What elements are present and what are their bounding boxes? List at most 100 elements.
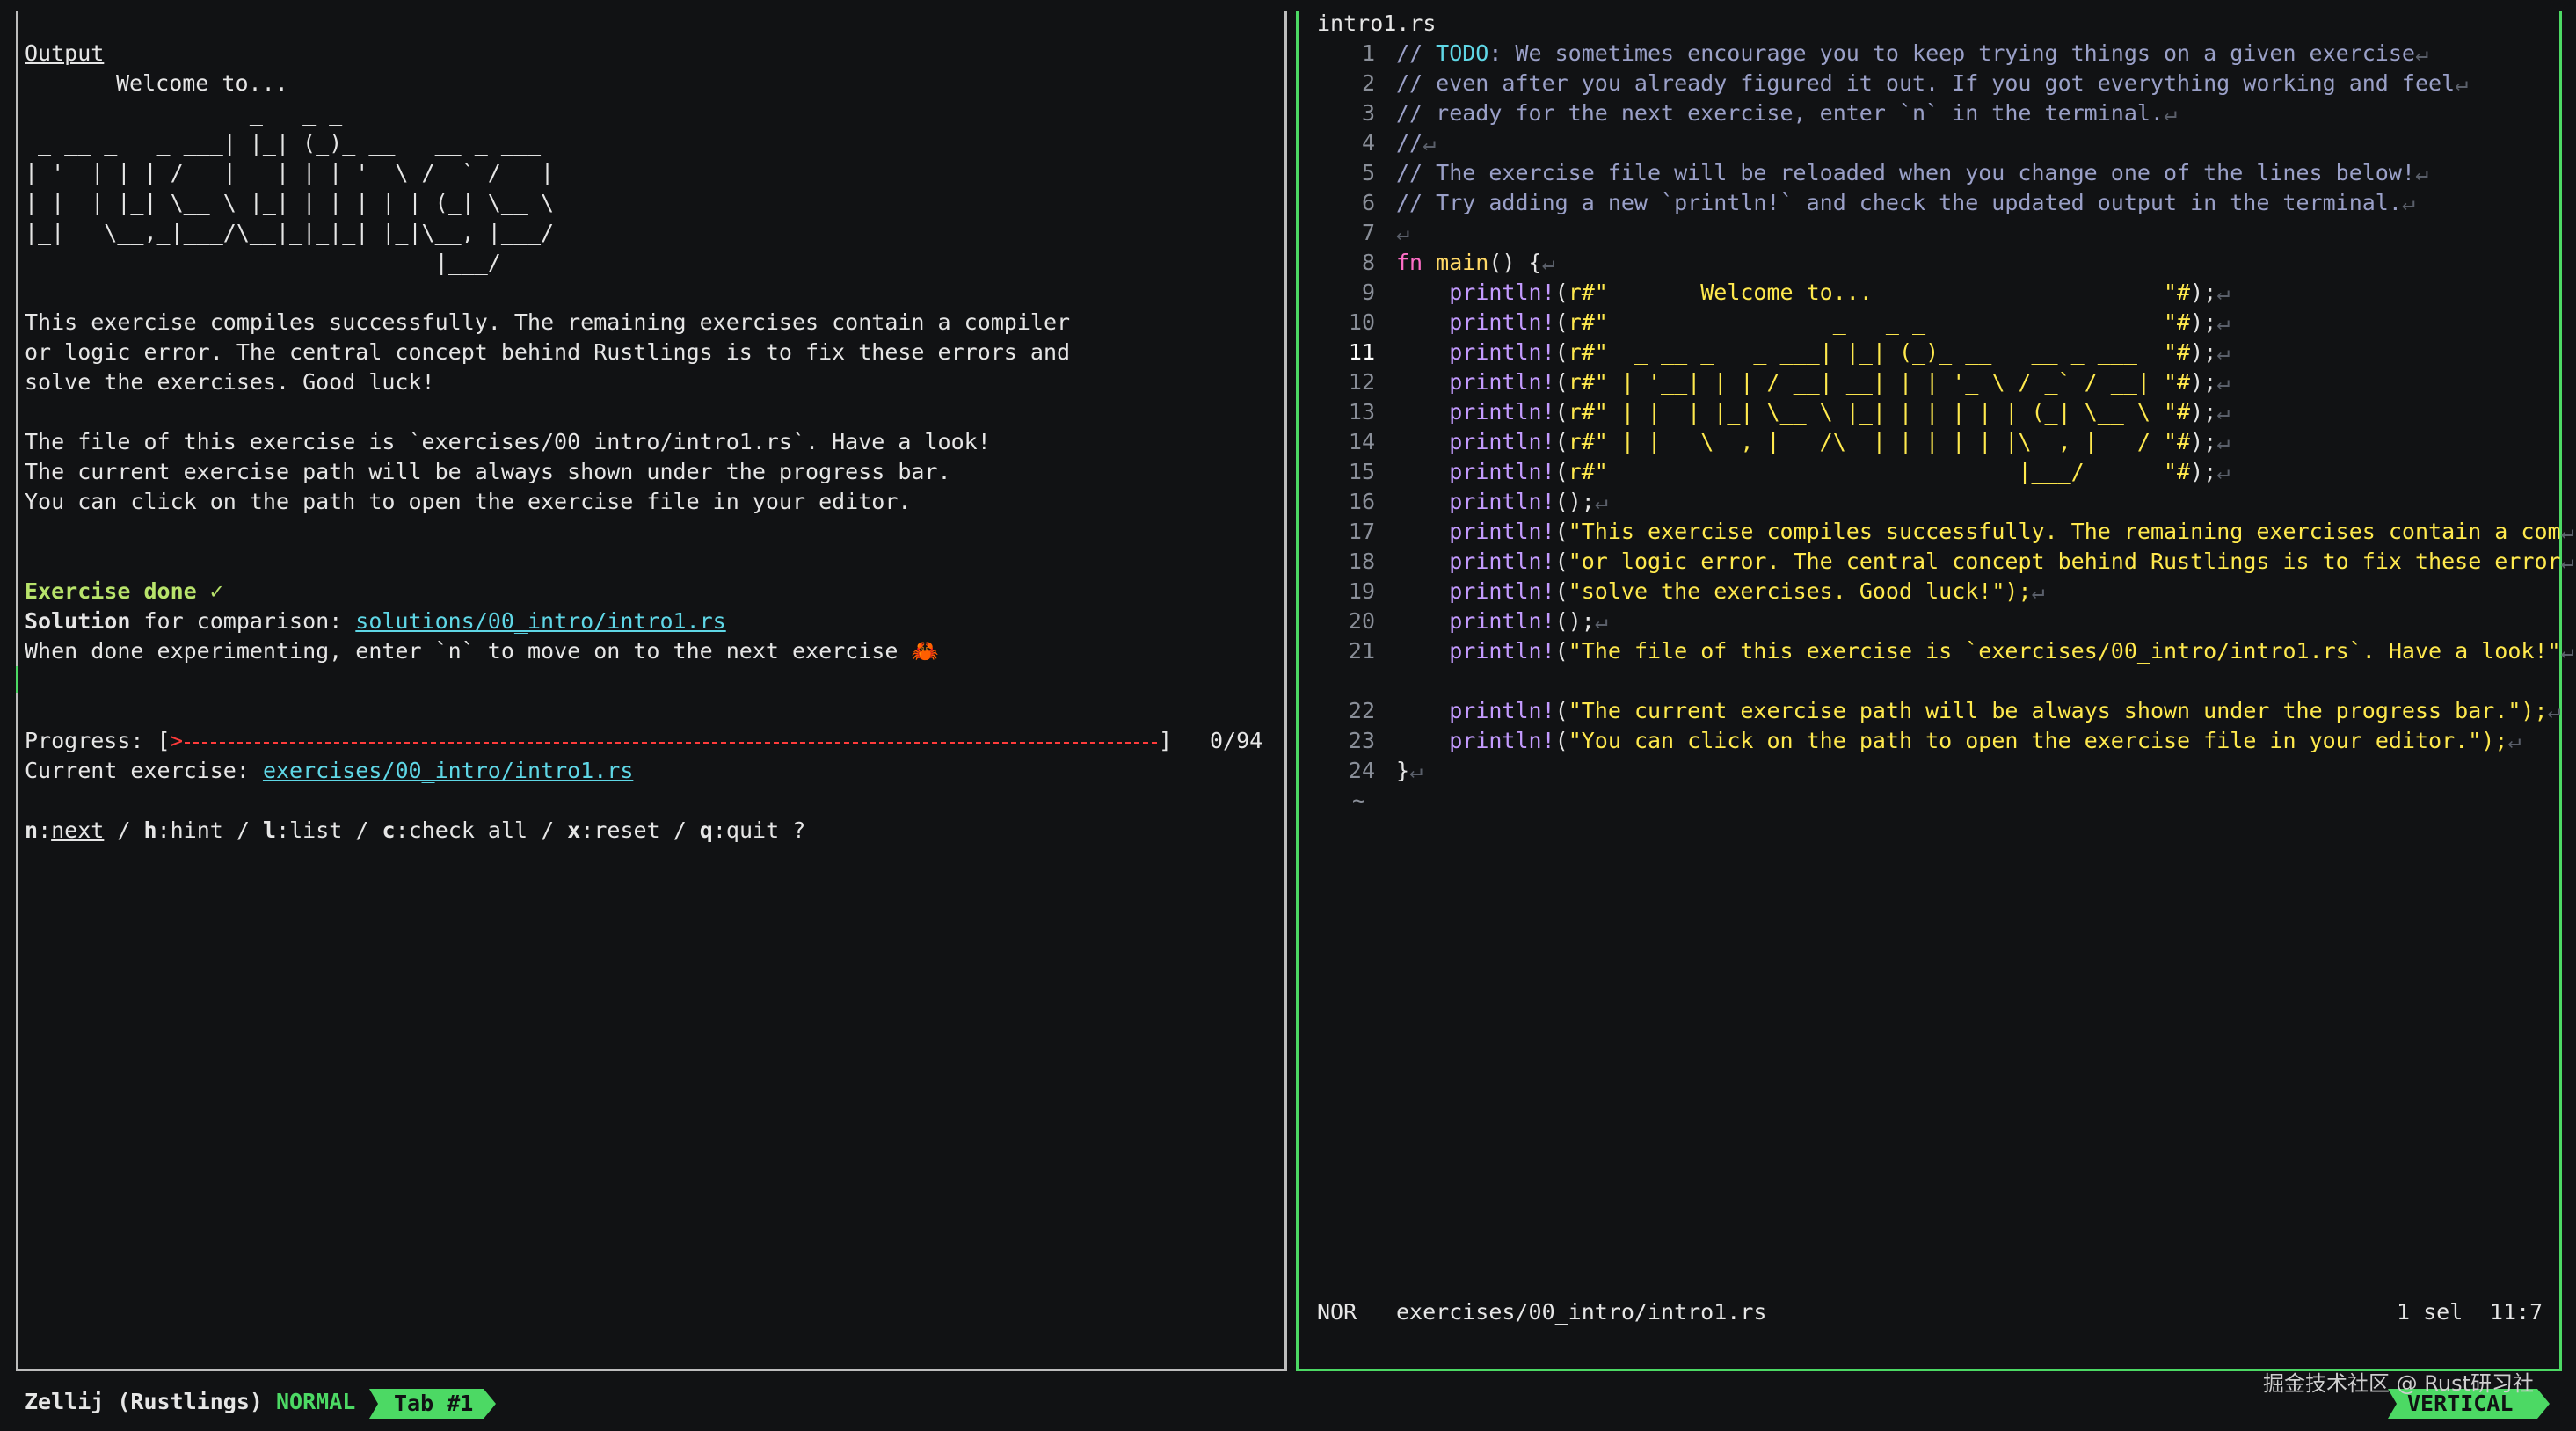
code-line[interactable]: ↵: [1396, 218, 1409, 248]
current-exercise-row: Current exercise: exercises/00_intro/int…: [25, 756, 633, 786]
code-line[interactable]: println!(r#" _ __ _ _ ___| |_| (_)_ __ _…: [1396, 338, 2230, 367]
done-instruction: When done experimenting, enter `n` to mo…: [25, 636, 939, 666]
crab-icon: 🦀: [911, 638, 939, 664]
editor-selection: 1 sel: [2397, 1299, 2463, 1325]
current-exercise-link[interactable]: exercises/00_intro/intro1.rs: [263, 758, 633, 783]
solution-label: Solution: [25, 608, 131, 634]
solution-mid-text: for comparison:: [130, 608, 356, 634]
code-line[interactable]: // Try adding a new `println!` and check…: [1396, 188, 2415, 218]
intro-paragraph-line: or logic error. The central concept behi…: [25, 339, 1071, 365]
line-number: 16: [1348, 489, 1375, 514]
line-number: 20: [1348, 608, 1375, 634]
line-number: 12: [1348, 369, 1375, 395]
menu-key-quit: q: [699, 817, 713, 843]
menu-item-quit[interactable]: quit: [726, 817, 779, 843]
line-number: 9: [1361, 280, 1375, 305]
code-line[interactable]: // TODO: We sometimes encourage you to k…: [1396, 39, 2428, 69]
line-number: 13: [1348, 399, 1375, 425]
code-line[interactable]: println!(r#" |___/ "#);↵: [1396, 457, 2230, 487]
current-exercise-label: Current exercise:: [25, 758, 263, 783]
solution-row: Solution for comparison: solutions/00_in…: [25, 607, 726, 636]
ascii-line: | | | |_| \__ \ |_| | | | | | (_| \__ \: [25, 190, 555, 215]
menu-key-check-all: c: [382, 817, 396, 843]
code-line[interactable]: println!("The current exercise path will…: [1396, 696, 2560, 726]
done-text: When done experimenting, enter `n` to mo…: [25, 638, 912, 664]
intro-paragraph-line: solve the exercises. Good luck!: [25, 369, 435, 395]
progress-end: ]: [1159, 728, 1173, 753]
session-name: Zellij (Rustlings): [25, 1389, 263, 1414]
code-line[interactable]: // The exercise file will be reloaded wh…: [1396, 158, 2428, 188]
solution-path-link[interactable]: solutions/00_intro/intro1.rs: [355, 608, 725, 634]
menu-key-hint: h: [143, 817, 157, 843]
intro-paragraph-line: This exercise compiles successfully. The…: [25, 309, 1071, 335]
menu-key-list: l: [263, 817, 277, 843]
editor-file-path: exercises/00_intro/intro1.rs: [1396, 1299, 1767, 1325]
line-number: 6: [1361, 190, 1375, 215]
code-line[interactable]: }↵: [1396, 756, 1423, 786]
mode-indicator: NORMAL: [276, 1389, 356, 1414]
ascii-line: _ _ _: [25, 100, 343, 126]
exercise-done-label: Exercise done ✓: [25, 578, 223, 604]
line-number: 21: [1348, 638, 1375, 664]
code-line[interactable]: println!(r#" Welcome to... "#);↵: [1396, 278, 2230, 308]
line-number: 24: [1348, 758, 1375, 783]
menu-item-next[interactable]: next: [51, 817, 104, 843]
line-number: 10: [1348, 309, 1375, 335]
editor-filename: intro1.rs: [1317, 11, 1437, 36]
code-line[interactable]: println!(r#" _ _ _ "#);↵: [1396, 308, 2230, 338]
line-number: 3: [1361, 100, 1375, 126]
welcome-text: Welcome to...: [116, 70, 288, 96]
progress-bar: [185, 742, 1157, 744]
cursor-marker: [16, 666, 18, 693]
output-title: Output: [25, 40, 105, 66]
progress-label: Progress: [: [25, 728, 171, 753]
ascii-line: |___/: [25, 250, 501, 275]
code-line[interactable]: println!();↵: [1396, 607, 1608, 636]
command-menu: n:next / h:hint / l:list / c:check all /…: [25, 817, 806, 843]
tab-1[interactable]: Tab #1: [369, 1389, 496, 1419]
line-number: 5: [1361, 160, 1375, 185]
code-line[interactable]: println!("or logic error. The central co…: [1396, 547, 2573, 577]
menu-item-hint[interactable]: hint: [171, 817, 223, 843]
code-line[interactable]: //↵: [1396, 128, 1436, 158]
line-number: 1: [1361, 40, 1375, 66]
ascii-line: |_| \__,_|___/\__|_|_|_| |_|\__, |___/: [25, 220, 555, 245]
line-number: 23: [1348, 728, 1375, 753]
menu-help[interactable]: ?: [779, 817, 805, 843]
line-number: 8: [1361, 250, 1375, 275]
ascii-line: _ __ _ _ ___| |_| (_)_ __ __ _ ___: [25, 130, 541, 156]
progress-head: >: [170, 728, 184, 753]
menu-item-reset[interactable]: reset: [593, 817, 659, 843]
ascii-line: | '__| | | / __| __| | | '_ \ / _` / __|: [25, 160, 555, 185]
code-line[interactable]: // ready for the next exercise, enter `n…: [1396, 98, 2177, 128]
file-paragraph-line: You can click on the path to open the ex…: [25, 489, 912, 514]
line-number: 7: [1361, 220, 1375, 245]
line-number: 2: [1361, 70, 1375, 96]
watermark: 掘金技术社区 @ Rust研习社: [2263, 1371, 2534, 1396]
line-number: 22: [1348, 698, 1375, 723]
code-line[interactable]: println!("solve the exercises. Good luck…: [1396, 577, 2044, 607]
code-line[interactable]: println!();↵: [1396, 487, 1608, 517]
menu-item-check-all[interactable]: check all: [409, 817, 528, 843]
line-number: 15: [1348, 459, 1375, 484]
code-line[interactable]: println!("You can click on the path to o…: [1396, 726, 2521, 756]
tilde-marker: ~: [1352, 788, 1366, 813]
progress-count: 0/94: [1210, 728, 1263, 753]
line-number: 14: [1348, 429, 1375, 454]
code-line[interactable]: fn main() {↵: [1396, 248, 1555, 278]
code-line[interactable]: println!(r#" | | | |_| \__ \ |_| | | | |…: [1396, 397, 2230, 427]
line-number: 19: [1348, 578, 1375, 604]
code-line[interactable]: println!("This exercise compiles success…: [1396, 517, 2573, 547]
line-number: 4: [1361, 130, 1375, 156]
line-number: 11: [1348, 339, 1375, 365]
menu-item-list[interactable]: list: [289, 817, 342, 843]
editor-mode: NOR: [1317, 1299, 1357, 1325]
code-line[interactable]: println!(r#" | '__| | | / __| __| | | '_…: [1396, 367, 2230, 397]
editor-cursor-position: 11:7: [2490, 1299, 2543, 1325]
code-line[interactable]: println!(r#" |_| \__,_|___/\__|_|_|_| |_…: [1396, 427, 2230, 457]
code-line[interactable]: println!("The file of this exercise is `…: [1396, 636, 2573, 666]
file-paragraph-line: The file of this exercise is `exercises/…: [25, 429, 991, 454]
file-paragraph-line: The current exercise path will be always…: [25, 459, 951, 484]
code-line[interactable]: // even after you already figured it out…: [1396, 69, 2468, 98]
line-number: 17: [1348, 519, 1375, 544]
